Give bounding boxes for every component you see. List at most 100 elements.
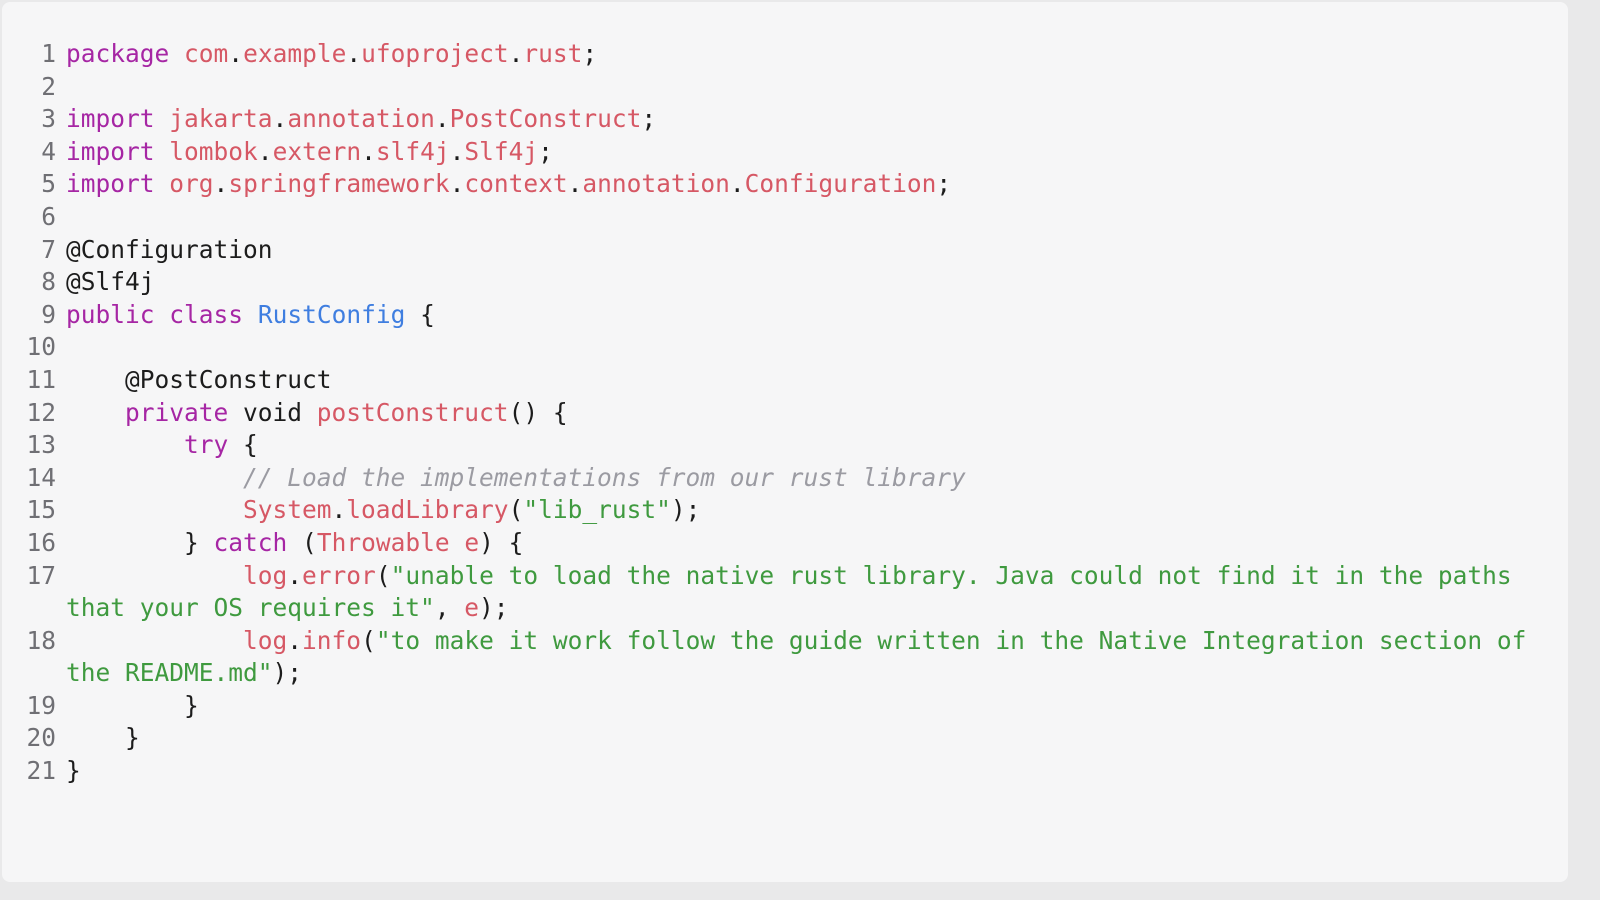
code-token: @Configuration [66,234,273,264]
line-number: 1 [41,39,56,68]
code-line[interactable]: 10 ​ [2,331,1568,364]
code-area[interactable]: 1package com.example.ufoproject.rust;2​3… [2,38,1568,788]
code-token: catch [213,527,288,557]
code-token: lombok [169,136,258,166]
line-content[interactable]: log.error("unable to load the native rus… [66,560,1568,625]
code-token: Throwable [316,527,450,557]
code-line[interactable]: 19 } [2,690,1568,723]
code-token: System [243,495,332,525]
code-line[interactable]: 2​ [2,71,1568,104]
code-token: // Load the implementations from our rus… [243,462,966,492]
code-token: ; [538,136,553,166]
line-content[interactable]: import org.springframework.context.annot… [66,168,1568,201]
code-line[interactable]: 13 try { [2,429,1568,462]
line-content[interactable]: ​ [66,201,1568,234]
line-content[interactable]: ​ [66,71,1568,104]
line-number: 18 [26,625,56,655]
code-token: log [243,625,288,655]
line-number: 14 [26,462,56,492]
code-token: . [257,136,273,166]
code-token: import [66,104,155,134]
line-content[interactable]: log.info("to make it work follow the gui… [66,625,1568,690]
line-content[interactable]: import lombok.extern.slf4j.Slf4j; [66,136,1568,169]
code-line[interactable]: 6​ [2,201,1568,234]
line-number: 9 [41,299,56,329]
code-token: ); [670,495,701,525]
code-token: . [434,104,450,134]
line-number: 16 [26,527,56,557]
code-token: RustConfig [257,299,406,329]
code-token: } [66,690,199,720]
code-token: slf4j [375,136,450,166]
line-content[interactable]: System.loadLibrary("lib_rust"); [66,494,1568,527]
line-content[interactable]: private void postConstruct() { [66,397,1568,430]
line-number: 7 [41,234,56,264]
code-token: { [228,430,258,460]
code-token: import [66,169,155,199]
code-token: ; [641,104,657,134]
line-number: 20 [26,723,56,753]
code-token: public [66,299,155,329]
code-line[interactable]: 21} [2,755,1568,788]
code-token: . [287,560,303,590]
code-line[interactable]: 7 @Configuration [2,234,1568,267]
code-token: ) { [479,527,524,557]
code-token: info [302,625,362,655]
line-content[interactable]: @Configuration [66,234,1568,267]
line-content[interactable]: public class RustConfig { [66,299,1568,332]
code-line[interactable]: 9 public class RustConfig { [2,299,1568,332]
code-token: example [243,39,347,68]
code-token: try [184,430,229,460]
line-content[interactable]: } [66,690,1568,723]
code-line[interactable]: 15 System.loadLibrary("lib_rust"); [2,494,1568,527]
code-token: PostConstruct [449,104,642,134]
code-line[interactable]: 11 @PostConstruct [2,364,1568,397]
code-editor[interactable]: 1package com.example.ufoproject.rust;2​3… [2,2,1568,882]
code-token: Slf4j [464,136,539,166]
line-content[interactable]: try { [66,429,1568,462]
code-line[interactable]: 17 log.error("unable to load the native … [2,560,1568,625]
code-line[interactable]: 18 log.info("to make it work follow the … [2,625,1568,690]
line-content[interactable]: ​ [66,331,1568,364]
code-token: log [243,560,288,590]
code-line[interactable]: 3 import jakarta.annotation.PostConstruct… [2,103,1568,136]
line-content[interactable]: @PostConstruct [66,364,1568,397]
code-line[interactable]: 20 } [2,722,1568,755]
code-token: . [508,39,524,68]
code-token: package [66,39,170,68]
code-line[interactable]: 4 import lombok.extern.slf4j.Slf4j; [2,136,1568,169]
code-line[interactable]: 14 // Load the implementations from our … [2,462,1568,495]
code-line[interactable]: 16 } catch (Throwable e) { [2,527,1568,560]
code-token: jakarta [169,104,273,134]
code-line[interactable]: 5 import org.springframework.context.anno… [2,168,1568,201]
line-content[interactable]: } catch (Throwable e) { [66,527,1568,560]
code-token: ( [361,625,376,655]
code-token: "lib_rust" [523,495,671,525]
code-line[interactable]: 12 private void postConstruct() { [2,397,1568,430]
code-token: ; [582,39,598,68]
code-token: ( [375,560,391,590]
code-token: ); [272,658,303,688]
line-number: 21 [26,756,56,786]
line-number: 12 [26,397,56,427]
line-content[interactable]: // Load the implementations from our rus… [66,462,1568,495]
line-content[interactable]: @Slf4j [66,266,1568,299]
code-line[interactable]: 1 package com.example.ufoproject.rust; [2,38,1568,71]
line-number: 3 [41,104,56,134]
line-content[interactable]: package com.example.ufoproject.rust; [66,38,1568,71]
code-token: , [434,593,465,623]
code-line[interactable]: 8 @Slf4j [2,266,1568,299]
code-token: annotation [582,169,730,199]
line-content[interactable]: import jakarta.annotation.PostConstruct; [66,103,1568,136]
line-content[interactable]: } [66,755,1568,788]
code-token: . [449,136,465,166]
line-content[interactable]: } [66,722,1568,755]
code-token: com [184,39,229,68]
code-token: private [125,397,229,427]
code-token: . [567,169,583,199]
code-token: . [287,625,303,655]
